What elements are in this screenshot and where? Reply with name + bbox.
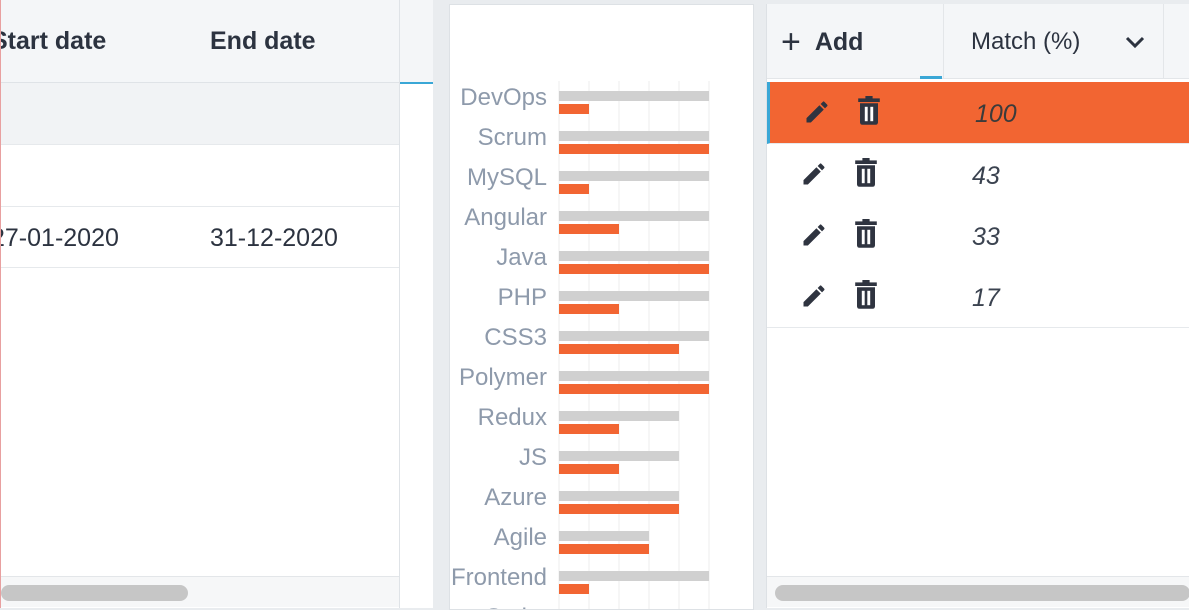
chart-bar-actual bbox=[559, 144, 709, 154]
chart-category-label: PHP bbox=[498, 284, 547, 311]
table-row[interactable]: 43 bbox=[767, 144, 1189, 206]
chart-bar-required bbox=[559, 491, 679, 501]
chart-category-label: JS bbox=[519, 444, 547, 471]
chart-category-label: JavaScript bbox=[450, 604, 547, 609]
chart-bar-actual bbox=[559, 264, 709, 274]
dates-table-header: Start date End date bbox=[1, 0, 399, 83]
column-header-extra[interactable] bbox=[399, 0, 433, 84]
chart-bar-required bbox=[559, 411, 679, 421]
add-button[interactable]: + Add bbox=[781, 22, 863, 62]
chart-bar-actual bbox=[559, 344, 679, 354]
scrollbar-thumb[interactable] bbox=[775, 585, 1189, 601]
column-header-start-date[interactable]: Start date bbox=[1, 27, 106, 56]
chart-category-label: Angular bbox=[464, 204, 547, 231]
chart-category-label: MySQL bbox=[467, 164, 547, 191]
start-date-cell: 27-01-2020 bbox=[0, 224, 119, 252]
horizontal-scrollbar[interactable] bbox=[1, 576, 399, 607]
chart-bar-required bbox=[559, 171, 709, 181]
pencil-icon[interactable] bbox=[800, 160, 828, 188]
chart-bar-required bbox=[559, 371, 709, 381]
chart-category-label: Redux bbox=[478, 404, 547, 431]
skills-bar-chart: DevOps Scrum MySQL Angular Java PHP CSS3 Polyme… bbox=[450, 81, 710, 609]
chart-bar-actual bbox=[559, 544, 649, 554]
chart-category-label: Polymer bbox=[459, 364, 547, 391]
table-row[interactable]: 27-01-2020 31-12-2020 bbox=[1, 206, 399, 268]
trash-icon[interactable] bbox=[857, 96, 881, 126]
chart-bar-required bbox=[559, 91, 709, 101]
match-table: + Add Match (%) 100 43 33 17 bbox=[766, 4, 1189, 608]
pencil-icon[interactable] bbox=[803, 98, 831, 126]
chart-bar-required bbox=[559, 211, 709, 221]
add-button-label: Add bbox=[814, 27, 864, 56]
match-value: 43 bbox=[972, 162, 1000, 190]
chart-category-label: Agile bbox=[494, 524, 547, 551]
column-header-end-date[interactable]: End date bbox=[210, 27, 316, 56]
chart-bar-actual bbox=[559, 304, 619, 314]
chart-bar-required bbox=[559, 251, 709, 261]
chart-bar-actual bbox=[559, 424, 619, 434]
match-value: 100 bbox=[975, 100, 1017, 128]
chart-bar-required bbox=[559, 131, 709, 141]
chart-category-label: DevOps bbox=[460, 84, 547, 111]
chart-bar-actual bbox=[559, 384, 709, 394]
chart-bar-actual bbox=[559, 224, 619, 234]
trash-icon[interactable] bbox=[854, 219, 878, 249]
chart-category-label: CSS3 bbox=[484, 324, 547, 351]
chart-bar-required bbox=[559, 451, 679, 461]
table-row[interactable] bbox=[1, 83, 399, 145]
scrollbar-thumb[interactable] bbox=[1, 585, 188, 601]
pencil-icon[interactable] bbox=[800, 282, 828, 310]
horizontal-scrollbar[interactable] bbox=[767, 576, 1189, 607]
match-value: 17 bbox=[972, 284, 1000, 312]
trash-icon[interactable] bbox=[854, 158, 878, 188]
chart-category-label: Azure bbox=[484, 484, 547, 511]
match-value: 33 bbox=[972, 223, 1000, 251]
chart-bar-required bbox=[559, 331, 709, 341]
table-row[interactable] bbox=[1, 145, 399, 207]
skills-chart-panel: DevOps Scrum MySQL Angular Java PHP CSS3 Polyme… bbox=[449, 4, 754, 610]
table-row-selected[interactable]: 100 bbox=[767, 82, 1189, 144]
chart-bar-required bbox=[559, 291, 709, 301]
trash-icon[interactable] bbox=[854, 280, 878, 310]
chart-bar-actual bbox=[559, 504, 679, 514]
pencil-icon[interactable] bbox=[800, 221, 828, 249]
sort-indicator bbox=[920, 76, 942, 79]
chart-category-label: Scrum bbox=[478, 124, 547, 151]
plus-icon: + bbox=[781, 23, 801, 61]
column-header-match[interactable]: Match (%) bbox=[971, 28, 1080, 56]
chart-category-label: Frontend bbox=[451, 564, 547, 591]
table-row[interactable]: 17 bbox=[767, 266, 1189, 328]
dates-table: Start date End date 27-01-2020 31-12-202… bbox=[0, 0, 433, 608]
chart-bar-actual bbox=[559, 104, 589, 114]
chart-category-label: Java bbox=[496, 244, 547, 271]
end-date-cell: 31-12-2020 bbox=[210, 224, 338, 252]
match-table-header: + Add Match (%) bbox=[767, 4, 1189, 79]
column-divider bbox=[399, 0, 400, 608]
table-row[interactable]: 33 bbox=[767, 205, 1189, 267]
chevron-down-icon[interactable] bbox=[1123, 30, 1147, 54]
chart-bar-required bbox=[559, 531, 649, 541]
chart-bar-actual bbox=[559, 584, 589, 594]
chart-bar-actual bbox=[559, 464, 619, 474]
header-divider bbox=[1163, 4, 1164, 78]
chart-bar-actual bbox=[559, 184, 589, 194]
header-divider bbox=[943, 4, 944, 78]
chart-bar-required bbox=[559, 571, 709, 581]
